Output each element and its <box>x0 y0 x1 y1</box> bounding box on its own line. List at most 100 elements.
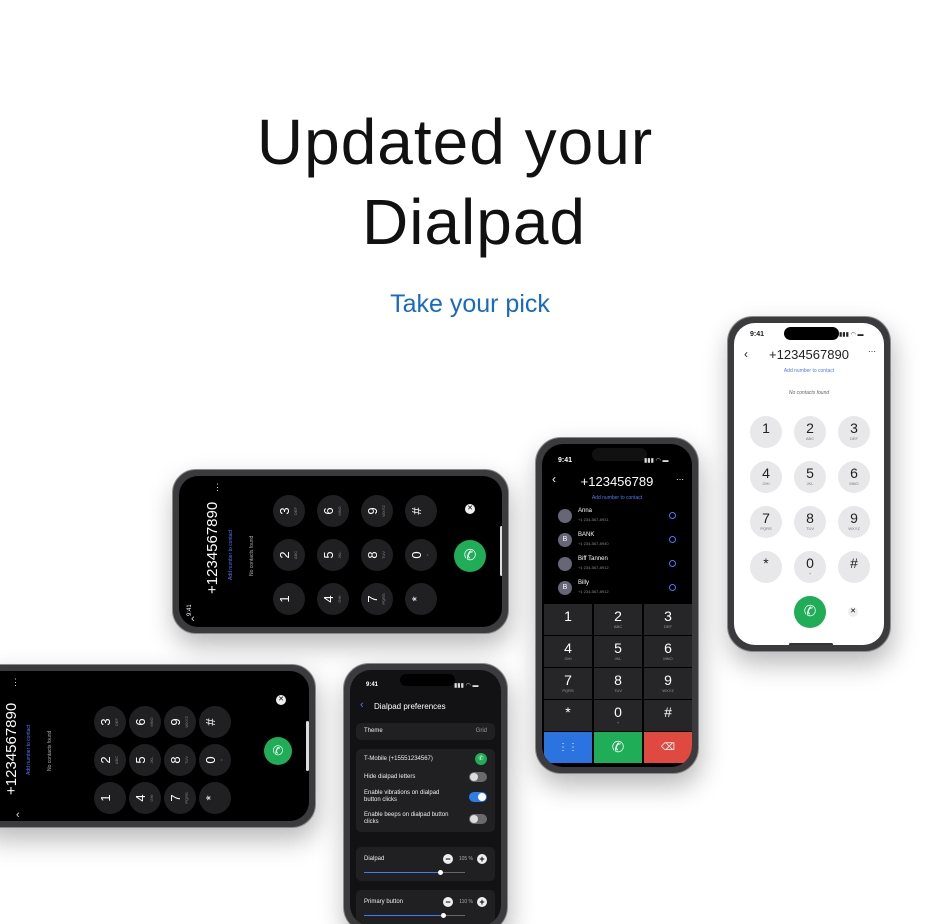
back-icon[interactable]: ‹ <box>360 699 364 711</box>
dialpad-key[interactable]: # <box>838 551 870 583</box>
dialpad-toggle-button[interactable]: ⋮⋮ <box>544 732 592 763</box>
delete-icon[interactable]: ✕ <box>276 695 286 705</box>
dialpad-key[interactable]: * <box>750 551 782 583</box>
contact-row[interactable]: B BANK +1 234-567-8940 <box>550 530 684 552</box>
key-letters: + <box>219 758 224 762</box>
dialpad-key[interactable]: 9 WXYZ <box>838 506 870 538</box>
option-vibrations-toggle[interactable] <box>469 792 487 802</box>
dialpad-key[interactable]: 3 DEF <box>94 706 126 738</box>
theme-row[interactable]: Theme Grid <box>356 723 495 740</box>
decrease-dialpad-button[interactable]: − <box>443 854 453 864</box>
dialpad-key[interactable]: 4 GHI <box>750 461 782 493</box>
dialpad-key[interactable]: 8 TUV <box>361 539 393 571</box>
option-hide-letters-toggle[interactable] <box>469 772 487 782</box>
dialpad-key[interactable]: 6 MNO <box>838 461 870 493</box>
increase-dialpad-button[interactable]: + <box>477 854 487 864</box>
dialpad-key[interactable]: 0 + <box>594 700 642 731</box>
add-to-contact-link[interactable]: Add number to contact <box>542 495 692 501</box>
dialpad-key[interactable]: 9 WXYZ <box>164 706 196 738</box>
dialpad-key[interactable]: * <box>544 700 592 731</box>
dialpad-key[interactable]: 8 TUV <box>794 506 826 538</box>
dialpad-key[interactable]: 1 <box>94 782 126 814</box>
dialpad-key[interactable]: 9 WXYZ <box>361 495 393 527</box>
dialpad-key[interactable]: 0 + <box>199 744 231 776</box>
dialpad-key[interactable]: # <box>644 700 692 731</box>
contact-phone: +1 234-567-8912 <box>578 565 609 570</box>
dialpad-key[interactable]: 8 TUV <box>164 744 196 776</box>
dialpad-key[interactable]: 5 JKL <box>317 539 349 571</box>
more-icon[interactable]: ⋯ <box>868 347 876 356</box>
key-digit: 9 <box>664 672 672 688</box>
dialpad-key[interactable]: 0 + <box>794 551 826 583</box>
key-letters: GHI <box>337 595 342 603</box>
call-button[interactable]: ✆ <box>794 596 826 628</box>
info-icon[interactable] <box>669 512 676 519</box>
add-to-contact-link[interactable]: Add number to contact <box>26 725 32 775</box>
dialpad-key[interactable]: 5 JKL <box>794 461 826 493</box>
increase-primary-button[interactable]: + <box>477 897 487 907</box>
dialpad-key[interactable]: # <box>199 706 231 738</box>
phone-icon[interactable]: ✆ <box>475 753 487 765</box>
dialpad-size-slider[interactable] <box>364 870 465 875</box>
decrease-primary-button[interactable]: − <box>443 897 453 907</box>
add-to-contact-link[interactable]: Add number to contact <box>734 368 884 374</box>
back-icon[interactable]: ‹ <box>191 614 195 625</box>
contact-row[interactable]: Biff Tannen +1 234-567-8912 <box>550 554 684 576</box>
contact-row[interactable]: Anna +1 234-567-8931 <box>550 506 684 528</box>
key-digit: 5 <box>806 465 814 481</box>
key-digit: # <box>850 555 858 571</box>
delete-icon[interactable]: ✕ <box>848 607 858 617</box>
dialpad-key[interactable]: 1 <box>750 416 782 448</box>
contact-phone: +1 234-567-8912 <box>578 589 609 594</box>
dialpad-key[interactable]: # <box>405 495 437 527</box>
key-digit: 3 <box>850 420 858 436</box>
key-digit: # <box>203 718 218 726</box>
call-button[interactable]: ✆ <box>264 737 292 765</box>
primary-button-size-label: Primary button <box>364 899 404 905</box>
info-icon[interactable] <box>669 560 676 567</box>
contact-row[interactable]: B Billy +1 234-567-8912 <box>550 578 684 600</box>
dialpad-key[interactable]: 6 MNO <box>644 636 692 667</box>
more-icon[interactable]: ⋯ <box>676 475 684 484</box>
dialpad-key[interactable]: 8 TUV <box>594 668 642 699</box>
dialpad-key[interactable]: 7 PQRS <box>750 506 782 538</box>
call-button[interactable]: ✆ <box>594 732 642 763</box>
info-icon[interactable] <box>669 584 676 591</box>
dialpad-key[interactable]: 5 JKL <box>594 636 642 667</box>
dialpad-key[interactable]: * <box>405 583 437 615</box>
dialpad-key[interactable]: 6 MNO <box>129 706 161 738</box>
dialpad-key[interactable]: 7 PQRS <box>544 668 592 699</box>
dialpad-key[interactable]: 2 ABC <box>594 604 642 635</box>
key-letters: DEF <box>850 436 858 441</box>
info-icon[interactable] <box>669 536 676 543</box>
dialpad-key[interactable]: 6 MNO <box>317 495 349 527</box>
more-icon[interactable]: ⋮ <box>11 677 20 688</box>
dialpad-key[interactable]: 1 <box>544 604 592 635</box>
dialpad-key[interactable]: 2 ABC <box>794 416 826 448</box>
add-to-contact-link[interactable]: Add number to contact <box>228 530 234 580</box>
delete-button[interactable]: ⌫ <box>644 732 692 763</box>
dialpad-key[interactable]: 3 DEF <box>644 604 692 635</box>
dialpad-key[interactable]: 3 DEF <box>838 416 870 448</box>
dialpad-key[interactable]: 0 + <box>405 539 437 571</box>
dialpad-key[interactable]: * <box>199 782 231 814</box>
dialpad-key[interactable]: 2 ABC <box>273 539 305 571</box>
dialpad-key[interactable]: 7 PQRS <box>361 583 393 615</box>
dialpad-key[interactable]: 9 WXYZ <box>644 668 692 699</box>
dialpad-key[interactable]: 4 GHI <box>544 636 592 667</box>
option-beeps-toggle[interactable] <box>469 814 487 824</box>
dialpad-key[interactable]: 3 DEF <box>273 495 305 527</box>
dialpad-key[interactable]: 2 ABC <box>94 744 126 776</box>
key-letters: TUV <box>806 526 814 531</box>
delete-icon[interactable]: ✕ <box>465 504 475 514</box>
call-button[interactable]: ✆ <box>454 540 486 572</box>
dialpad-key[interactable]: 4 GHI <box>317 583 349 615</box>
dialpad-key[interactable]: 4 GHI <box>129 782 161 814</box>
no-contacts-label: No contacts found <box>788 390 830 396</box>
more-icon[interactable]: ⋮ <box>213 482 222 493</box>
dialpad-key[interactable]: 1 <box>273 583 305 615</box>
dialpad-key[interactable]: 7 PQRS <box>164 782 196 814</box>
dialpad-key[interactable]: 5 JKL <box>129 744 161 776</box>
back-icon[interactable]: ‹ <box>16 809 20 821</box>
primary-button-size-slider[interactable] <box>364 913 465 918</box>
